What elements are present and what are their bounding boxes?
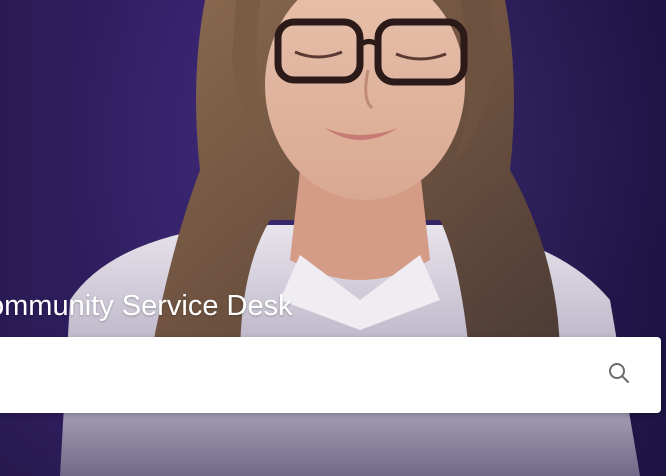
hero-banner: ommunity Service Desk [0, 0, 666, 476]
search-icon [607, 361, 631, 390]
search-button[interactable] [595, 351, 643, 399]
page-title: ommunity Service Desk [0, 290, 293, 322]
search-bar [0, 337, 661, 413]
search-input[interactable] [0, 337, 595, 413]
bottom-shadow [0, 413, 666, 476]
